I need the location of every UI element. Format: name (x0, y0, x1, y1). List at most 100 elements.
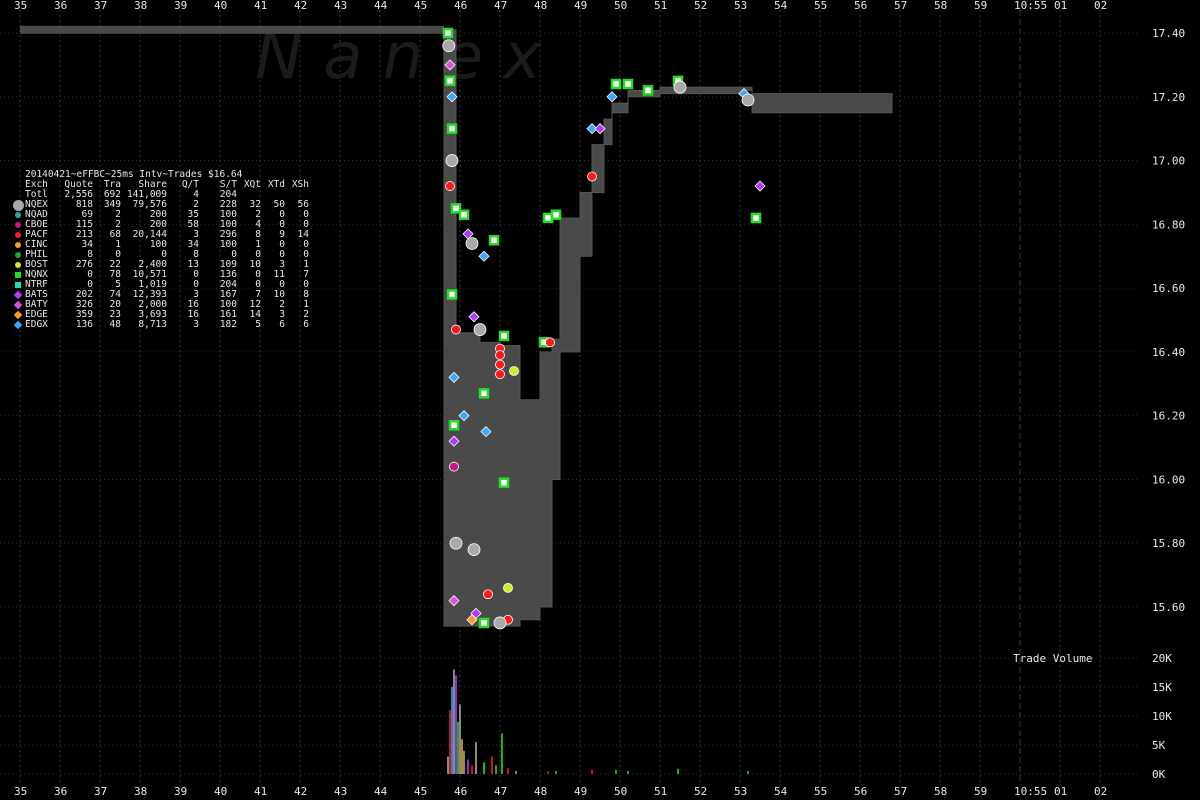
volume-bar (627, 771, 629, 774)
price-tick-label: 15.80 (1152, 537, 1185, 550)
chart-stage: N a n e x 35 35 36 36 37 37 38 38 39 39 40 40 41 41 42… (0, 0, 1200, 800)
trade-marker (467, 543, 481, 556)
volume-bar (615, 769, 617, 774)
x-tick-label-top: 57 (894, 0, 907, 12)
trade-marker (509, 366, 519, 376)
price-tick-label: 16.20 (1152, 410, 1185, 423)
trade-marker (442, 27, 454, 39)
x-tick-label-bottom: 51 (654, 785, 667, 798)
volume-bar (547, 771, 549, 774)
x-tick-label-top: 50 (614, 0, 627, 12)
volume-bar (591, 769, 593, 774)
trade-marker (750, 212, 762, 224)
x-tick-label-bottom: 47 (494, 785, 507, 798)
trade-marker (495, 369, 505, 380)
trade-marker (642, 85, 654, 96)
trade-marker (445, 154, 459, 167)
x-tick-label-top: 10:55 (1014, 0, 1047, 12)
x-tick-label-top: 41 (254, 0, 267, 12)
legend-header-cell: XSh (291, 179, 309, 190)
trade-marker (446, 289, 458, 300)
price-tick-label: 16.80 (1152, 218, 1185, 231)
x-tick-label-top: 48 (534, 0, 547, 12)
volume-bar (507, 768, 509, 774)
x-tick-label-bottom: 40 (214, 785, 227, 798)
exchange-legend: 20140421~eFFBC~25ms Intv~Trades $16.64 E… (11, 170, 309, 330)
volume-bar (501, 733, 503, 774)
volume-bar (467, 759, 469, 774)
volume-tick-label: 10K (1152, 710, 1172, 723)
trade-marker (444, 75, 456, 87)
x-tick-label-top: 37 (94, 0, 107, 12)
legend-circle-big-marker (11, 199, 25, 211)
legend-diamond-marker (11, 290, 25, 300)
x-tick-label-top: 02 (1094, 0, 1107, 12)
x-tick-label-bottom: 42 (294, 785, 307, 798)
x-tick-label-top: 53 (734, 0, 747, 12)
trade-marker (442, 39, 456, 53)
x-tick-label-bottom: 01 (1054, 785, 1067, 798)
legend-cell: 8,713 (138, 319, 167, 330)
trade-marker (451, 324, 461, 335)
legend-cell: 6 (279, 319, 285, 330)
x-tick-label-top: 51 (654, 0, 667, 12)
x-tick-label-bottom: 39 (174, 785, 187, 798)
trade-marker (503, 582, 513, 593)
trade-marker (622, 78, 634, 90)
trade-marker (495, 359, 505, 370)
price-volume-chart: N a n e x 353536363737383839394040414142… (0, 0, 1185, 798)
volume-bar (457, 721, 459, 774)
volume-bar (491, 756, 493, 774)
volume-bar (461, 739, 463, 774)
price-tick-label: 17.40 (1152, 27, 1185, 40)
price-tick-label: 16.60 (1152, 282, 1185, 295)
trade-marker (545, 337, 555, 348)
x-tick-label-top: 46 (454, 0, 467, 12)
trade-marker (498, 330, 510, 342)
trade-marker (465, 237, 479, 250)
x-tick-label-top: 52 (694, 0, 707, 12)
x-tick-label-bottom: 50 (614, 785, 627, 798)
price-tick-label: 16.00 (1152, 473, 1185, 486)
volume-bar (475, 742, 477, 774)
x-tick-label-top: 36 (54, 0, 67, 12)
legend-cell: 100 (149, 239, 167, 250)
x-tick-label-top: 49 (574, 0, 587, 12)
x-tick-label-bottom: 55 (814, 785, 827, 798)
trade-marker (478, 250, 490, 262)
trade-marker (446, 123, 458, 134)
legend-cell: 136 (75, 319, 93, 330)
nbbo-spread-band (20, 25, 444, 34)
x-tick-label-top: 01 (1054, 0, 1067, 12)
trade-marker (550, 209, 562, 221)
trade-marker (493, 616, 507, 630)
trade-marker (449, 536, 463, 550)
trade-marker (495, 350, 505, 360)
legend-header-cell: XQt (243, 179, 261, 190)
x-tick-label-bottom: 02 (1094, 785, 1107, 798)
x-tick-label-bottom: 56 (854, 785, 867, 798)
x-tick-label-bottom: 38 (134, 785, 147, 798)
volume-tick-label: 15K (1152, 681, 1172, 694)
legend-cell: EDGX (25, 319, 48, 330)
trade-marker (445, 181, 455, 191)
trade-marker (498, 477, 510, 488)
volume-bar (495, 765, 497, 774)
volume-bar (453, 669, 455, 774)
volume-panel-label: Trade Volume (1013, 652, 1093, 665)
volume-bar (455, 675, 457, 774)
trade-marker (468, 311, 480, 323)
trade-marker (754, 180, 766, 192)
trade-marker (478, 388, 490, 399)
price-tick-label: 17.20 (1152, 91, 1185, 104)
x-tick-label-top: 54 (774, 0, 788, 12)
x-tick-label-bottom: 10:55 (1014, 785, 1047, 798)
trade-marker (448, 419, 460, 431)
legend-cell: 5 (255, 319, 261, 330)
trade-marker (488, 235, 500, 246)
legend-diamond-marker (11, 310, 25, 320)
legend-header-cell: XTd (267, 179, 285, 190)
x-tick-label-top: 42 (294, 0, 307, 12)
volume-bar (459, 704, 461, 774)
x-tick-label-bottom: 36 (54, 785, 67, 798)
